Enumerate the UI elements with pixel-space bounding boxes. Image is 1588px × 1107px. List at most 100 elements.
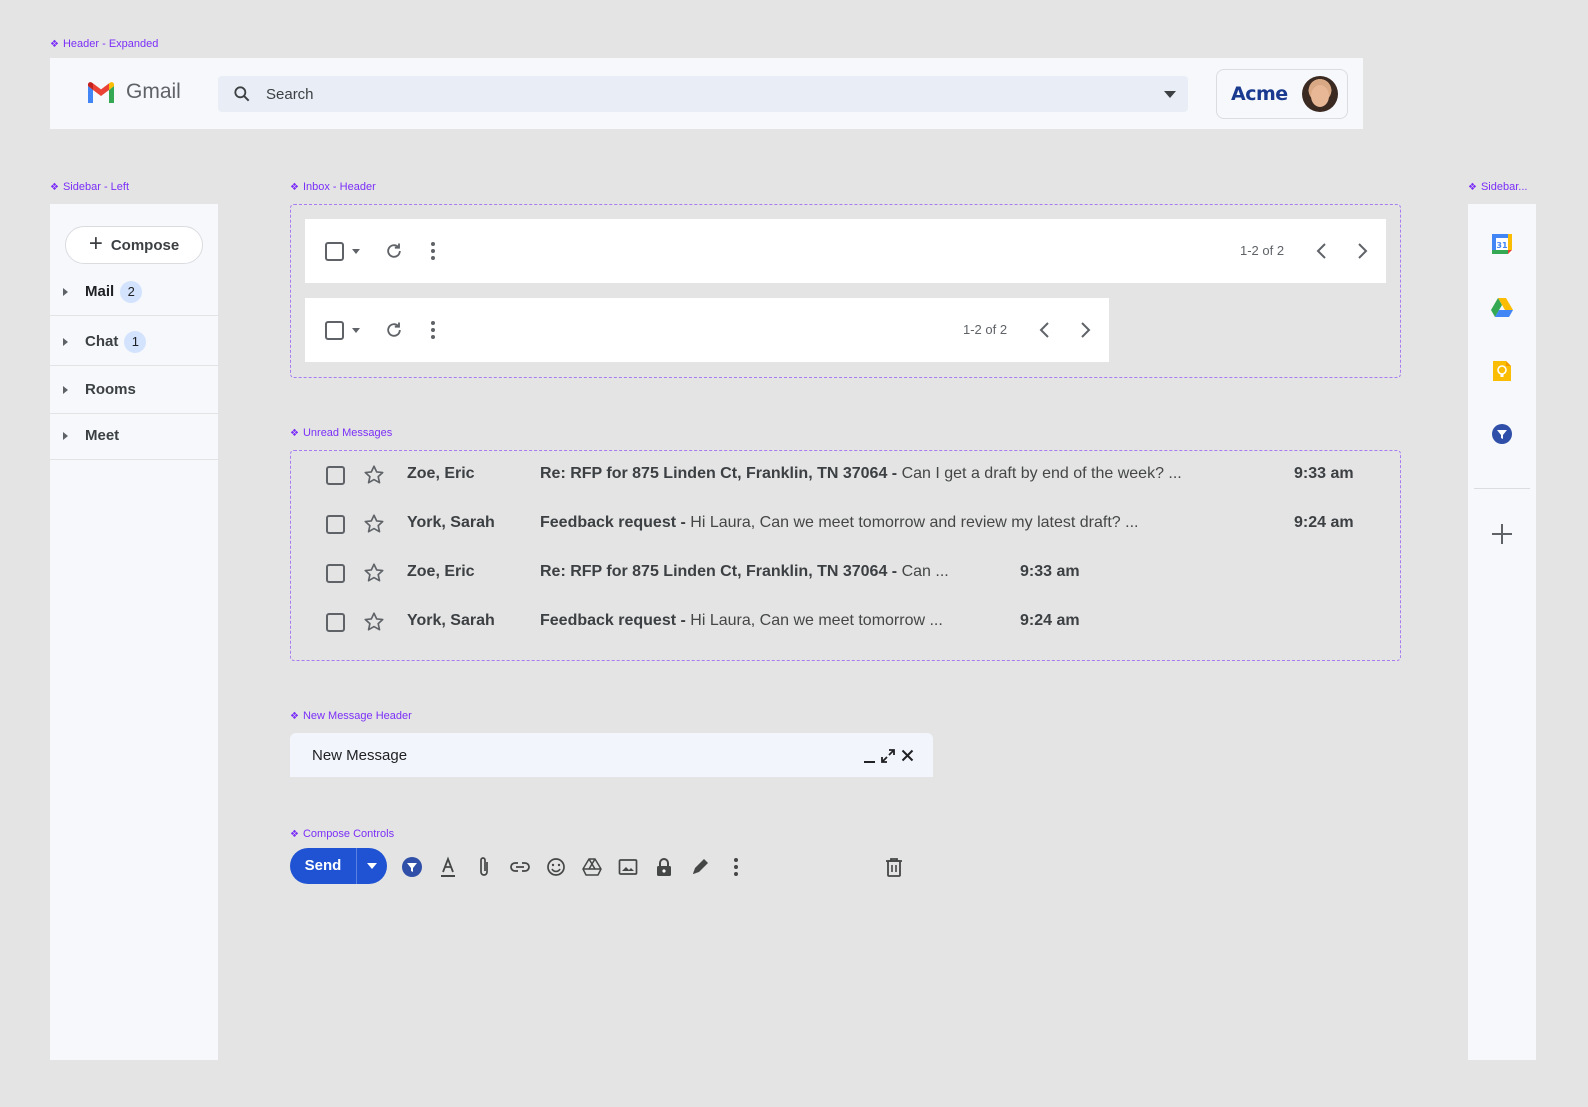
- message-time: 9:24 am: [1020, 612, 1080, 629]
- account-switcher[interactable]: Acme: [1216, 69, 1348, 119]
- pagination-count: 1-2 of 2: [963, 322, 1008, 337]
- gmail-m-icon: [88, 82, 114, 103]
- unread-count-badge: 1: [124, 330, 147, 353]
- sidebar-right: 31: [1468, 204, 1536, 1060]
- message-checkbox[interactable]: [326, 613, 345, 632]
- gmail-logo[interactable]: Gmail: [86, 80, 181, 104]
- filter-app-icon[interactable]: [1490, 422, 1514, 446]
- compose-button[interactable]: + Compose: [65, 226, 203, 264]
- filter-icon[interactable]: [401, 856, 423, 878]
- lock-icon[interactable]: [653, 856, 675, 878]
- list-item[interactable]: York, Sarah Feedback request - Hi Laura,…: [290, 500, 1390, 549]
- text-format-icon[interactable]: [437, 856, 459, 878]
- chevron-right-icon[interactable]: [1075, 320, 1095, 340]
- message-preview: Can ...: [897, 563, 949, 580]
- message-sender: York, Sarah: [407, 514, 495, 531]
- message-preview: Can I get a draft by end of the week? ..…: [897, 465, 1182, 482]
- inbox-toolbar-narrow: 1-2 of 2: [305, 298, 1109, 362]
- sidebar-item-chat[interactable]: Chat 1: [50, 318, 218, 366]
- chevron-right-icon[interactable]: [1352, 241, 1372, 261]
- frame-label-unread: ❖ Unread Messages: [290, 427, 393, 439]
- list-item[interactable]: York, Sarah Feedback request - Hi Laura,…: [290, 598, 1090, 647]
- message-subject: Feedback request -: [540, 514, 686, 531]
- minimize-icon[interactable]: [864, 761, 875, 763]
- list-item[interactable]: Zoe, Eric Re: RFP for 875 Linden Ct, Fra…: [290, 549, 1090, 598]
- message-checkbox[interactable]: [326, 466, 345, 485]
- refresh-icon[interactable]: [384, 320, 404, 340]
- message-time: 9:24 am: [1294, 514, 1354, 531]
- drive-app-icon[interactable]: [1490, 296, 1514, 320]
- expand-arrow-icon[interactable]: [63, 385, 68, 394]
- image-icon[interactable]: [617, 856, 639, 878]
- message-snippet: Re: RFP for 875 Linden Ct, Franklin, TN …: [540, 465, 1182, 483]
- message-time: 9:33 am: [1020, 563, 1080, 580]
- select-options-icon[interactable]: [352, 249, 360, 254]
- app-header: Gmail Search Acme: [50, 58, 1363, 129]
- star-icon[interactable]: [363, 611, 385, 633]
- expand-arrow-icon[interactable]: [63, 431, 68, 440]
- star-icon[interactable]: [363, 562, 385, 584]
- sidebar-item-label: Chat: [85, 333, 119, 350]
- frame-label-header: ❖ Header - Expanded: [50, 38, 159, 50]
- close-icon[interactable]: [901, 749, 914, 762]
- search-options-icon[interactable]: [1164, 90, 1176, 98]
- list-item[interactable]: Zoe, Eric Re: RFP for 875 Linden Ct, Fra…: [290, 451, 1390, 500]
- expand-icon[interactable]: [881, 749, 895, 763]
- trash-icon[interactable]: [883, 856, 905, 878]
- message-time: 9:33 am: [1294, 465, 1354, 482]
- message-subject: Re: RFP for 875 Linden Ct, Franklin, TN …: [540, 563, 898, 580]
- sidebar-item-meet[interactable]: Meet: [50, 412, 218, 460]
- message-preview: Hi Laura, Can we meet tomorrow ...: [685, 612, 943, 629]
- more-options-icon[interactable]: [725, 856, 747, 878]
- avatar[interactable]: [1301, 76, 1338, 112]
- inbox-toolbar-wide: 1-2 of 2: [305, 219, 1386, 283]
- sidebar-item-label: Rooms: [85, 381, 136, 398]
- attach-icon[interactable]: [473, 856, 495, 878]
- send-label[interactable]: Send: [290, 848, 357, 884]
- plus-icon: +: [88, 230, 103, 257]
- frame-label-new-message: ❖ New Message Header: [290, 710, 412, 722]
- frame-label-compose-controls: ❖ Compose Controls: [290, 828, 395, 840]
- message-checkbox[interactable]: [326, 515, 345, 534]
- pen-icon[interactable]: [689, 856, 711, 878]
- calendar-icon[interactable]: 31: [1490, 232, 1514, 256]
- keep-icon[interactable]: [1490, 359, 1514, 383]
- drive-icon[interactable]: [581, 856, 603, 878]
- new-message-header[interactable]: New Message: [290, 733, 933, 777]
- link-icon[interactable]: [509, 856, 531, 878]
- emoji-icon[interactable]: [545, 856, 567, 878]
- message-sender: Zoe, Eric: [407, 563, 475, 580]
- sidebar-item-mail[interactable]: Mail 2: [50, 268, 218, 316]
- message-subject: Feedback request -: [540, 612, 686, 629]
- frame-label-sidebar-right: ❖ Sidebar...: [1468, 181, 1528, 193]
- expand-arrow-icon[interactable]: [63, 337, 68, 346]
- message-snippet: Feedback request - Hi Laura, Can we meet…: [540, 514, 1138, 532]
- message-checkbox[interactable]: [326, 564, 345, 583]
- send-button[interactable]: Send: [290, 848, 387, 884]
- select-all-checkbox[interactable]: [325, 242, 344, 261]
- search-bar[interactable]: Search: [218, 76, 1188, 112]
- unread-count-badge: 2: [120, 280, 143, 303]
- frame-label-inbox-header: ❖ Inbox - Header: [290, 181, 376, 193]
- search-input[interactable]: Search: [266, 86, 1164, 103]
- app-name: Gmail: [126, 80, 181, 103]
- star-icon[interactable]: [363, 464, 385, 486]
- more-vert-icon[interactable]: [430, 320, 436, 340]
- expand-arrow-icon[interactable]: [63, 287, 68, 296]
- more-vert-icon[interactable]: [430, 241, 436, 261]
- pagination-count: 1-2 of 2: [1240, 243, 1285, 258]
- message-preview: Hi Laura, Can we meet tomorrow and revie…: [685, 514, 1139, 531]
- add-addon-icon[interactable]: [1490, 522, 1514, 546]
- frame-label-sidebar-left: ❖ Sidebar - Left: [50, 181, 130, 193]
- sidebar-item-rooms[interactable]: Rooms: [50, 366, 218, 414]
- select-options-icon[interactable]: [352, 328, 360, 333]
- star-icon[interactable]: [363, 513, 385, 535]
- chevron-left-icon[interactable]: [1312, 241, 1332, 261]
- chevron-left-icon[interactable]: [1035, 320, 1055, 340]
- send-options-icon[interactable]: [357, 863, 387, 869]
- message-subject: Re: RFP for 875 Linden Ct, Franklin, TN …: [540, 465, 898, 482]
- select-all-checkbox[interactable]: [325, 321, 344, 340]
- divider: [1474, 488, 1530, 489]
- new-message-title: New Message: [312, 747, 408, 764]
- refresh-icon[interactable]: [384, 241, 404, 261]
